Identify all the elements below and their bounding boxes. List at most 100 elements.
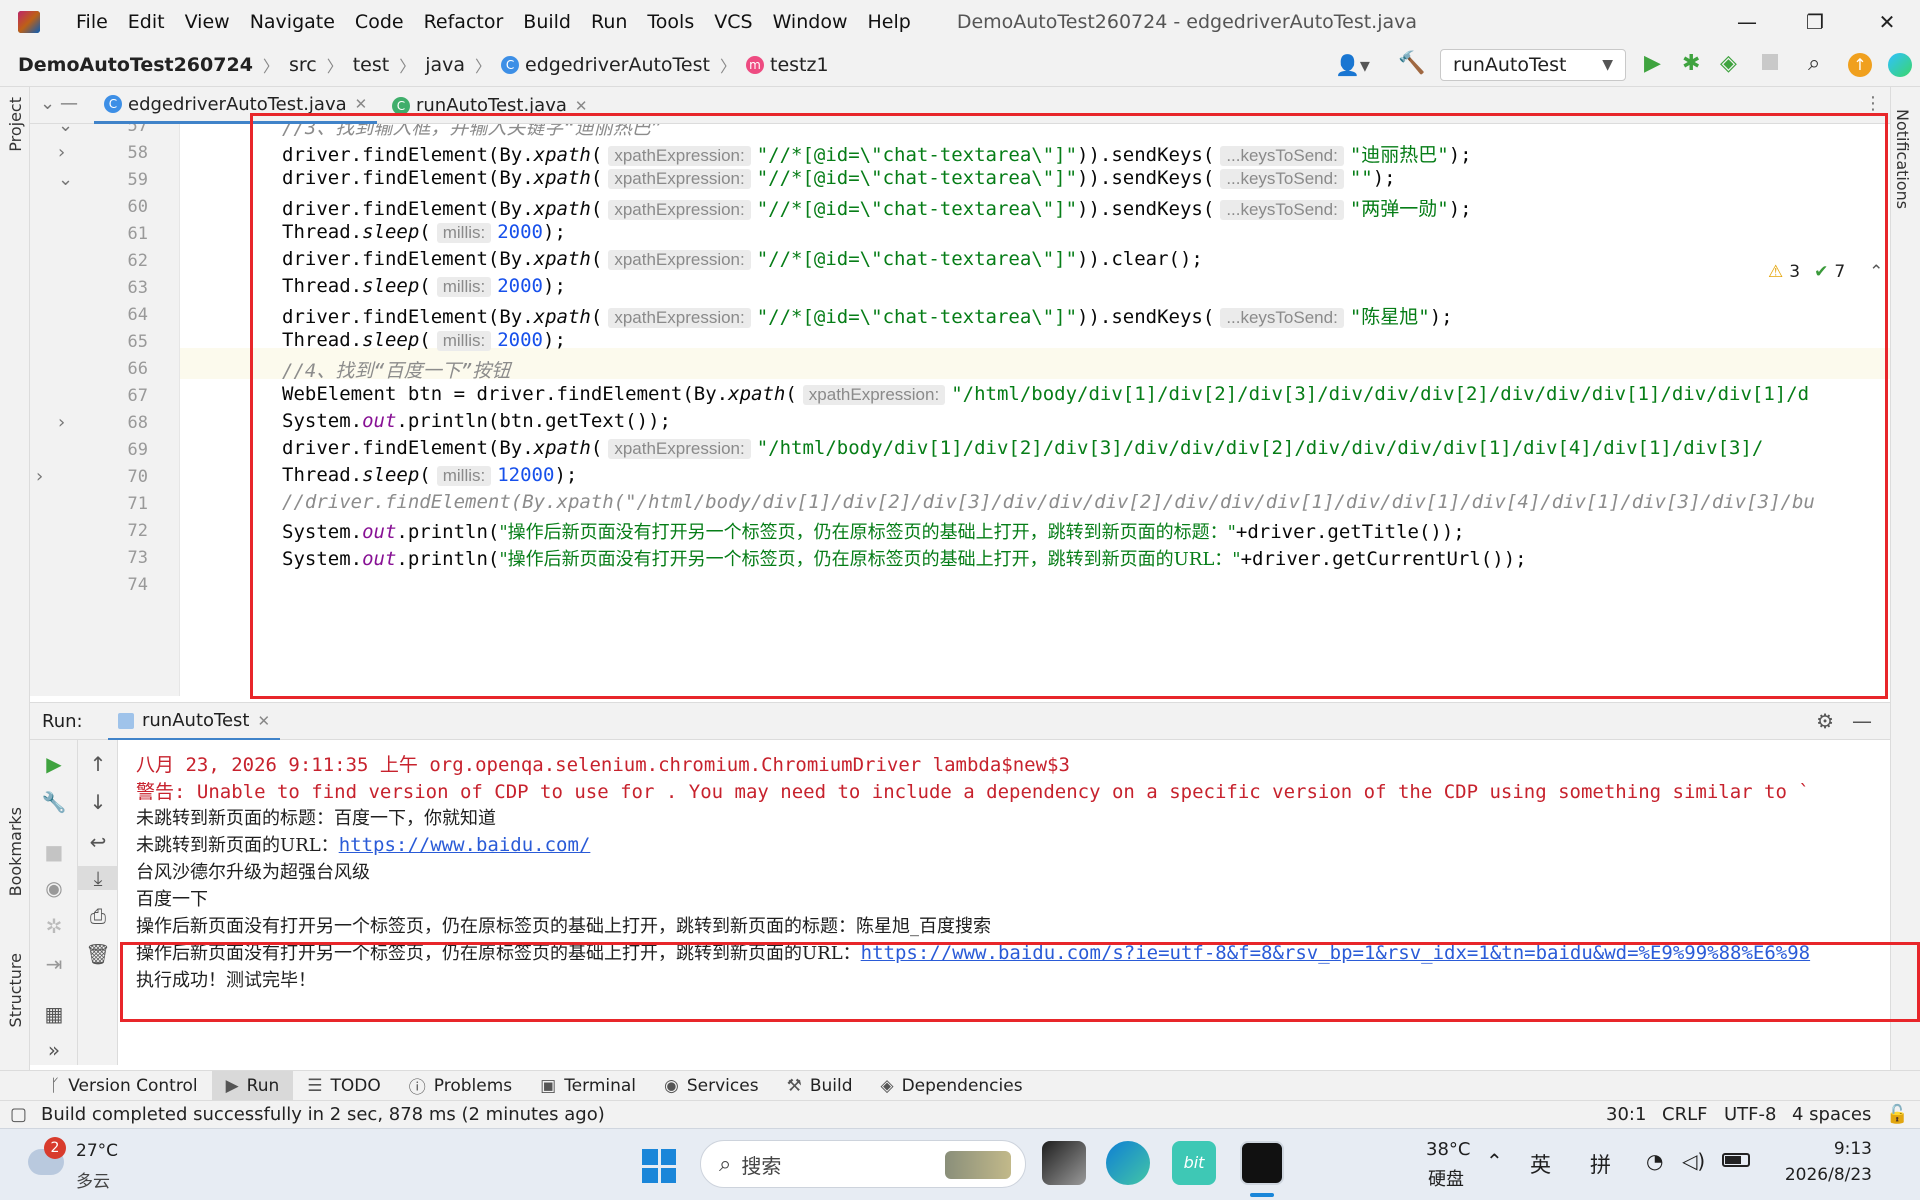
rerun-icon[interactable]: ▶: [30, 752, 78, 776]
camera-icon[interactable]: ◉: [30, 876, 78, 900]
ime-mode[interactable]: 拼: [1590, 1149, 1611, 1179]
line-number[interactable]: 58: [88, 143, 148, 163]
menu-tools[interactable]: Tools: [637, 11, 704, 33]
tab-run[interactable]: ▶ Run: [211, 1070, 294, 1101]
tab-build[interactable]: ⚒ Build: [773, 1071, 867, 1101]
update-icon[interactable]: ↑: [1848, 53, 1872, 77]
battery-icon[interactable]: [1722, 1153, 1750, 1167]
assistant-icon[interactable]: [1888, 53, 1912, 77]
breadcrumb-java[interactable]: java: [425, 54, 465, 76]
structure-tool-button[interactable]: Structure: [6, 953, 25, 1027]
print-icon[interactable]: ⎙: [78, 904, 118, 928]
line-number[interactable]: 66: [88, 359, 148, 379]
cpu-temp[interactable]: 38°C: [1426, 1139, 1470, 1160]
collapse-icon[interactable]: ⌄: [40, 93, 55, 114]
tab-terminal[interactable]: ▣ Terminal: [526, 1071, 650, 1101]
close-tab-icon[interactable]: ✕: [257, 712, 270, 730]
exit-icon[interactable]: ⇥: [30, 952, 78, 976]
console-link[interactable]: https://www.baidu.com/: [339, 834, 591, 856]
fold-marker-icon[interactable]: ⌄: [58, 169, 73, 190]
line-number[interactable]: 64: [88, 305, 148, 325]
stop-icon[interactable]: [1762, 54, 1778, 70]
caret-position[interactable]: 30:1: [1606, 1104, 1646, 1125]
breadcrumb-src[interactable]: src: [289, 54, 317, 76]
menu-code[interactable]: Code: [345, 11, 414, 33]
breadcrumb-test[interactable]: test: [353, 54, 390, 76]
indent-setting[interactable]: 4 spaces: [1792, 1104, 1871, 1125]
minimize-button[interactable]: —: [1718, 0, 1776, 43]
line-number[interactable]: 62: [88, 251, 148, 271]
hide-panel-icon[interactable]: —: [1852, 709, 1872, 733]
debug-bug-icon[interactable]: ✱: [1682, 51, 1700, 76]
volume-icon[interactable]: ◁): [1682, 1149, 1705, 1173]
ime-language[interactable]: 英: [1530, 1149, 1551, 1179]
fold-marker-icon[interactable]: ›: [58, 412, 65, 433]
breadcrumb-project[interactable]: DemoAutoTest260724: [18, 54, 253, 76]
line-number[interactable]: 68: [88, 413, 148, 433]
edge-browser-icon[interactable]: [1106, 1141, 1150, 1185]
line-number[interactable]: 59: [88, 170, 148, 190]
line-number[interactable]: 69: [88, 440, 148, 460]
menu-vcs[interactable]: VCS: [704, 11, 762, 33]
fold-marker-icon[interactable]: ›: [36, 466, 43, 487]
menu-navigate[interactable]: Navigate: [240, 11, 345, 33]
build-hammer-icon[interactable]: 🔨: [1398, 51, 1425, 76]
close-tab-icon[interactable]: ✕: [355, 95, 368, 113]
tab-version-control[interactable]: ᚴ Version Control: [36, 1071, 212, 1101]
menu-run[interactable]: Run: [581, 11, 637, 33]
lock-icon[interactable]: 🔓: [1886, 1104, 1908, 1125]
bookmarks-tool-button[interactable]: Bookmarks: [6, 807, 25, 896]
tab-problems[interactable]: ⓘ Problems: [395, 1071, 526, 1101]
trash-icon[interactable]: 🗑: [78, 942, 118, 966]
fold-marker-icon[interactable]: ›: [58, 142, 65, 163]
layout-icon[interactable]: ▦: [30, 1002, 78, 1026]
arrow-up-icon[interactable]: ↑: [78, 752, 118, 776]
minimize-panel-icon[interactable]: —: [60, 93, 78, 114]
chevron-up-icon[interactable]: ⌃: [1486, 1149, 1503, 1173]
line-number[interactable]: 57: [88, 124, 148, 136]
stop-icon[interactable]: ■: [30, 840, 78, 864]
wifi-icon[interactable]: ◔: [1646, 1149, 1663, 1173]
layout-toggle-icon[interactable]: ▢: [10, 1104, 27, 1125]
menu-view[interactable]: View: [175, 11, 240, 33]
notifications-tool-button[interactable]: Notifications: [1893, 109, 1912, 349]
menu-edit[interactable]: Edit: [118, 11, 175, 33]
weather-temp[interactable]: 27°C: [76, 1141, 118, 1161]
line-number[interactable]: 67: [88, 386, 148, 406]
weather-desc[interactable]: 多云: [76, 1167, 110, 1192]
menu-help[interactable]: Help: [857, 11, 920, 33]
tab-dependencies[interactable]: ◈ Dependencies: [867, 1071, 1037, 1101]
line-number[interactable]: 63: [88, 278, 148, 298]
line-number[interactable]: 73: [88, 548, 148, 568]
file-encoding[interactable]: UTF-8: [1724, 1104, 1776, 1125]
taskbar-search[interactable]: ⌕ 搜索: [700, 1140, 1026, 1188]
project-tool-button[interactable]: Project: [6, 97, 25, 152]
line-separator[interactable]: CRLF: [1662, 1104, 1707, 1125]
scroll-to-end-icon[interactable]: ⤓: [78, 866, 118, 890]
run-configuration-select[interactable]: runAutoTest ▼: [1440, 49, 1626, 81]
coverage-icon[interactable]: ◈: [1720, 51, 1737, 76]
breadcrumb-class[interactable]: CedgedriverAutoTest: [501, 54, 710, 76]
gear-icon[interactable]: ⚙: [1816, 709, 1834, 733]
search-icon[interactable]: ⌕: [1808, 51, 1820, 76]
maximize-button[interactable]: ❐: [1786, 0, 1844, 43]
vcs-user-icon[interactable]: 👤▾: [1335, 53, 1370, 77]
line-number[interactable]: 70: [88, 467, 148, 487]
line-number[interactable]: 60: [88, 197, 148, 217]
run-icon[interactable]: ▶: [1644, 51, 1661, 76]
line-number[interactable]: 72: [88, 521, 148, 541]
fold-marker-icon[interactable]: ⌄: [58, 124, 73, 136]
more-tabs-icon[interactable]: ⋮: [1864, 93, 1882, 114]
run-tab[interactable]: runAutoTest ✕: [108, 703, 281, 741]
settings-icon[interactable]: ✲: [30, 914, 78, 938]
more-icon[interactable]: »: [30, 1038, 78, 1062]
tab-todo[interactable]: ☰ TODO: [293, 1071, 395, 1101]
wrench-icon[interactable]: 🔧: [30, 790, 78, 814]
line-number[interactable]: 61: [88, 224, 148, 244]
breadcrumb-method[interactable]: m testz1: [746, 54, 829, 76]
line-number[interactable]: 74: [88, 575, 148, 595]
cpu-label[interactable]: 硬盘: [1428, 1165, 1464, 1191]
menu-refactor[interactable]: Refactor: [414, 11, 514, 33]
arrow-down-icon[interactable]: ↓: [78, 790, 118, 814]
close-button[interactable]: ✕: [1858, 0, 1916, 43]
